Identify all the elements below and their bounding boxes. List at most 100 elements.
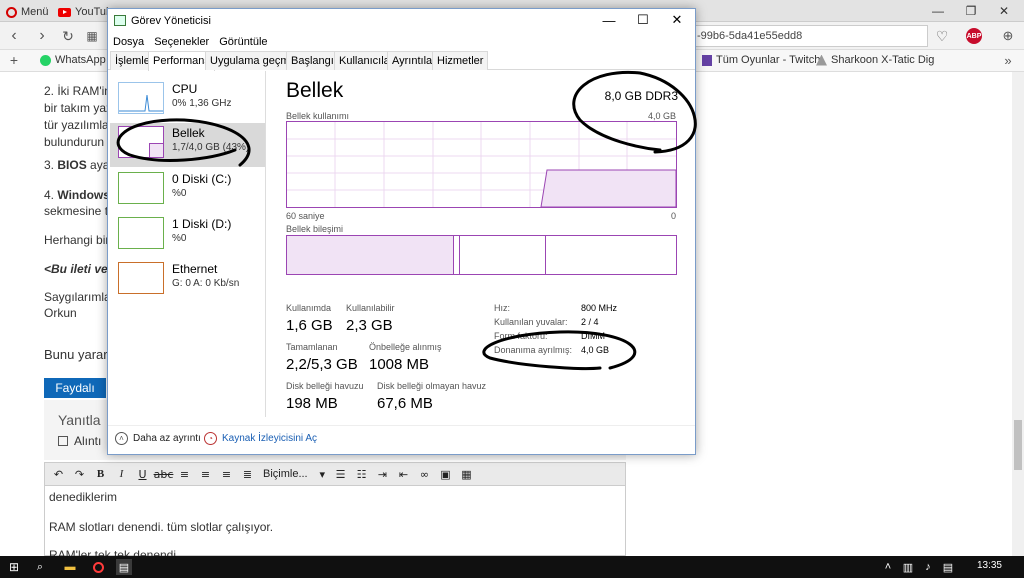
forward-icon[interactable]: › — [32, 26, 52, 46]
detail-speed-label: Hız: — [494, 303, 511, 313]
table-icon[interactable]: ▦ — [457, 465, 476, 483]
menu-bar: Dosya Seçenekler Görüntüle — [108, 33, 695, 51]
open-resource-monitor-link[interactable]: ◔ Kaynak İzleyicisini Aç — [204, 432, 317, 445]
page-step-3: 3. BIOS ayar — [44, 158, 113, 172]
close-button[interactable]: ✕ — [660, 9, 694, 31]
sidebar-item-cpu[interactable]: CPU 0% 1,36 GHz — [110, 79, 265, 123]
minimize-button[interactable]: — — [592, 9, 626, 31]
maximize-button[interactable]: ☐ — [626, 9, 660, 31]
stat-nonpaged-pool-value: 67,6 MB — [377, 395, 433, 412]
sidebar-item-memory[interactable]: Bellek 1,7/4,0 GB (43%) — [110, 123, 265, 167]
composition-in-use — [287, 236, 454, 274]
sidebar-item-value: 0% 1,36 GHz — [172, 98, 232, 109]
style-dropdown-label: Biçimle... — [263, 468, 308, 480]
detail-hardware-reserved-label: Donanıma ayrılmış: — [494, 345, 573, 355]
bookmark-twitch[interactable]: Tüm Oyunlar - Twitch — [702, 54, 820, 66]
page-text-line: 2. İki RAM'in — [44, 84, 111, 98]
indent-icon[interactable]: ⇥ — [373, 465, 392, 483]
url-field[interactable]: -99b6-5da41e55edd8 — [690, 25, 928, 47]
notification-chevron-icon[interactable]: ˄ — [880, 559, 896, 575]
sidebar-item-ethernet[interactable]: Ethernet G: 0 A: 0 Kb/sn — [110, 259, 265, 303]
sharkoon-icon — [816, 54, 827, 66]
bullet-list-icon[interactable]: ☰ — [331, 465, 350, 483]
page-text-line: bir takım yaz — [44, 101, 113, 115]
volume-icon[interactable]: ♪ — [920, 559, 936, 575]
task-manager-taskbar-icon[interactable]: ▤ — [116, 559, 132, 575]
search-icon[interactable]: ⌕ — [32, 559, 48, 575]
file-explorer-icon[interactable]: ▬ — [62, 559, 78, 575]
memory-usage-graph — [286, 121, 677, 208]
step-bold: Windows — [57, 188, 110, 202]
page-scrollbar[interactable] — [1012, 72, 1024, 556]
browser-close-button[interactable]: ✕ — [988, 0, 1020, 22]
page-scrollbar-thumb[interactable] — [1014, 420, 1022, 470]
menu-label: Menü — [21, 6, 49, 18]
fewer-details-button[interactable]: ˄ Daha az ayrıntı — [115, 432, 201, 445]
detail-speed-value: 800 MHz — [581, 303, 618, 313]
style-dropdown[interactable]: Biçimle... ▾ — [259, 465, 329, 483]
add-bookmark-icon[interactable]: + — [4, 50, 24, 70]
fewer-details-label: Daha az ayrıntı — [133, 433, 201, 444]
taskbar-clock[interactable]: 13:35 — [977, 560, 1002, 571]
align-center-icon[interactable]: ≡ — [196, 465, 215, 483]
editor-toolbar: ↶ ↷ B I U abc ≡ ≡ ≡ ≣ Biçimle... ▾ ☰ ☷ ⇥ … — [44, 462, 626, 486]
sidebar-item-disk-c[interactable]: 0 Diski (C:) %0 — [110, 169, 265, 213]
whatsapp-icon — [40, 54, 51, 66]
menu-file[interactable]: Dosya — [113, 36, 144, 48]
undo-icon[interactable]: ↶ — [49, 465, 68, 483]
bookmarks-more-icon[interactable]: » — [998, 50, 1018, 70]
numbered-list-icon[interactable]: ☷ — [352, 465, 371, 483]
image-icon[interactable]: ▣ — [436, 465, 455, 483]
graph-time-right: 0 — [670, 211, 676, 221]
stat-in-use-label: Kullanımda — [286, 303, 332, 313]
menu-options[interactable]: Seçenekler — [154, 36, 209, 48]
italic-icon[interactable]: I — [112, 465, 131, 483]
network-icon[interactable]: ▥ — [900, 559, 916, 575]
page-text-line: Orkun — [44, 306, 77, 320]
outdent-icon[interactable]: ⇤ — [394, 465, 413, 483]
heart-icon[interactable]: ♡ — [932, 26, 952, 46]
chevron-down-icon: ▾ — [319, 468, 325, 481]
quote-checkbox-row[interactable]: Alıntı — [58, 434, 101, 448]
underline-icon[interactable]: U — [133, 465, 152, 483]
tab-services[interactable]: Hizmetler — [432, 51, 489, 70]
bookmark-sharkoon[interactable]: Sharkoon X-Tatic Dig — [816, 54, 934, 66]
link-icon[interactable]: ∞ — [415, 465, 434, 483]
chevron-up-icon: ˄ — [115, 432, 128, 445]
tab-strip: İşlemler Performans Uygulama geçmişi Baş… — [108, 51, 695, 71]
opera-taskbar-icon[interactable] — [90, 559, 106, 575]
quote-checkbox[interactable] — [58, 436, 68, 446]
align-left-icon[interactable]: ≡ — [175, 465, 194, 483]
twitch-icon — [702, 54, 712, 66]
sidebar-item-disk-d[interactable]: 1 Diski (D:) %0 — [110, 214, 265, 258]
windows-start-icon[interactable]: ⊞ — [6, 559, 22, 575]
adblock-icon[interactable]: ABP — [966, 28, 982, 44]
menu-view[interactable]: Görüntüle — [219, 36, 267, 48]
memory-thumbnail — [118, 126, 164, 158]
reply-editor[interactable]: denediklerim RAM slotları denendi. tüm s… — [44, 486, 626, 562]
bold-icon[interactable]: B — [91, 465, 110, 483]
task-manager-titlebar[interactable]: Görev Yöneticisi — ☐ ✕ — [108, 9, 695, 33]
justify-icon[interactable]: ≣ — [238, 465, 257, 483]
redo-icon[interactable]: ↷ — [70, 465, 89, 483]
download-icon[interactable]: ⊕ — [998, 26, 1018, 46]
speed-dial-icon[interactable]: ▦ — [82, 26, 102, 46]
helpful-button[interactable]: Faydalı — [44, 378, 106, 398]
back-icon[interactable]: ‹ — [4, 26, 24, 46]
page-text-line: <Bu ileti ve — [44, 262, 108, 276]
browser-minimize-button[interactable]: — — [922, 0, 954, 22]
page-text-line: Herhangi bir — [44, 233, 110, 247]
opera-menu-button[interactable]: Menü — [0, 2, 55, 22]
sidebar-item-label: Ethernet — [172, 262, 218, 276]
memory-panel: Bellek 8,0 GB DDR3 Bellek kullanımı 4,0 … — [286, 71, 694, 417]
stat-paged-pool-value: 198 MB — [286, 395, 338, 412]
language-icon[interactable]: ▤ — [940, 559, 956, 575]
stat-cached-label: Önbelleğe alınmış — [369, 342, 442, 352]
strikethrough-icon[interactable]: abc — [154, 465, 174, 483]
reload-icon[interactable]: ↻ — [58, 26, 78, 46]
sidebar-item-label: 1 Diski (D:) — [172, 217, 232, 231]
browser-maximize-button[interactable]: ❐ — [955, 0, 987, 22]
detail-hardware-reserved-value: 4,0 GB — [581, 345, 610, 355]
align-right-icon[interactable]: ≡ — [217, 465, 236, 483]
quote-label: Alıntı — [74, 434, 102, 448]
